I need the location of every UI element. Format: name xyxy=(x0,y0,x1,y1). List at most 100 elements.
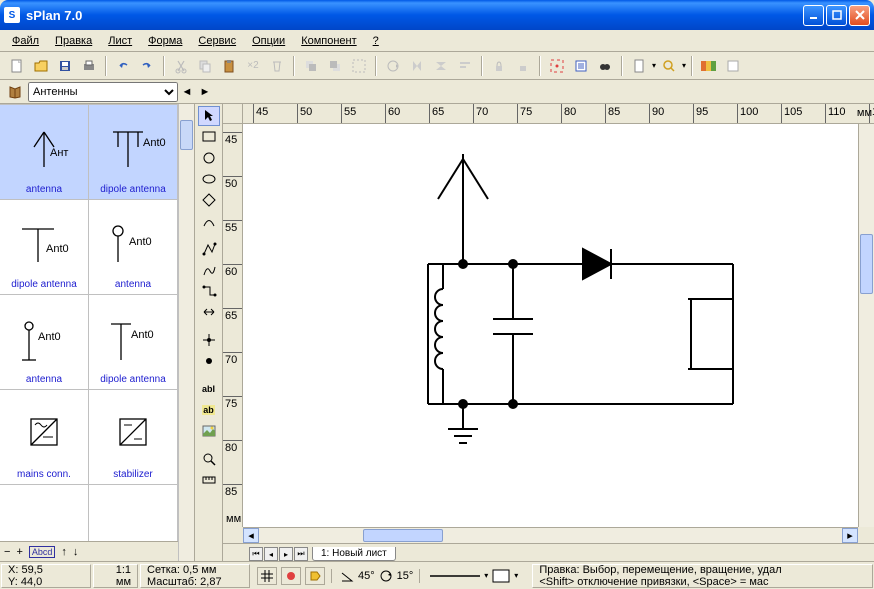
curve-tool-icon[interactable] xyxy=(198,211,220,231)
redo-icon[interactable] xyxy=(136,55,158,77)
zoom-icon[interactable] xyxy=(658,55,680,77)
tab-next-icon[interactable]: ▸ xyxy=(279,547,293,561)
menu-form[interactable]: Форма xyxy=(140,33,190,49)
group-icon[interactable] xyxy=(348,55,370,77)
paste-icon[interactable] xyxy=(218,55,240,77)
zoom-in-icon[interactable]: + xyxy=(16,546,22,558)
menu-edit[interactable]: Правка xyxy=(47,33,100,49)
menu-help[interactable]: ? xyxy=(365,33,387,49)
image-tool-icon[interactable] xyxy=(198,421,220,441)
fill-style-icon[interactable] xyxy=(492,569,510,583)
list-icon[interactable] xyxy=(570,55,592,77)
new-file-icon[interactable] xyxy=(6,55,28,77)
up-arrow-icon[interactable]: ↑ xyxy=(61,546,67,558)
open-file-icon[interactable] xyxy=(30,55,52,77)
library-item[interactable]: Ant0 dipole antenna xyxy=(89,295,178,390)
unlock-icon[interactable] xyxy=(512,55,534,77)
color-swatch-icon[interactable] xyxy=(698,55,720,77)
maximize-button[interactable] xyxy=(826,5,847,26)
status-coord-y: Y: 44,0 xyxy=(8,576,84,588)
window-title: sPlan 7.0 xyxy=(26,8,801,23)
library-item[interactable]: Ant0 antenna xyxy=(89,200,178,295)
library-book-icon[interactable] xyxy=(6,83,24,101)
drawing-canvas[interactable] xyxy=(243,124,858,527)
close-button[interactable] xyxy=(849,5,870,26)
library-item[interactable]: Ant0 dipole antenna xyxy=(0,200,89,295)
library-prev-icon[interactable]: ◄ xyxy=(178,83,196,101)
status-scale: Масштаб: 2,87 xyxy=(147,576,243,588)
library-panel: Ант antenna Ant0 dipole antenna Ant0 dip… xyxy=(0,104,195,561)
vertical-scrollbar[interactable] xyxy=(858,124,874,527)
library-item[interactable]: mains conn. xyxy=(0,390,89,485)
library-scrollbar[interactable] xyxy=(178,104,194,561)
ellipse-tool-icon[interactable] xyxy=(198,169,220,189)
library-item[interactable]: Ант antenna xyxy=(0,105,89,200)
canvas-area: 45 50 55 60 65 70 75 80 85 90 95 100 105… xyxy=(223,104,874,561)
tab-first-icon[interactable]: ⏮ xyxy=(249,547,263,561)
snap-grid-icon[interactable] xyxy=(546,55,568,77)
library-item[interactable]: Ant0 dipole antenna xyxy=(89,105,178,200)
horizontal-scrollbar[interactable]: ◂ ▸ xyxy=(243,527,858,543)
text-label-tool-icon[interactable]: abI xyxy=(198,379,220,399)
menu-sheet[interactable]: Лист xyxy=(100,33,140,49)
polygon-tool-icon[interactable] xyxy=(198,190,220,210)
save-file-icon[interactable] xyxy=(54,55,76,77)
measure-tool-icon[interactable] xyxy=(198,470,220,490)
dimension-tool-icon[interactable] xyxy=(198,302,220,322)
undo-icon[interactable] xyxy=(112,55,134,77)
svg-text:Ant0: Ant0 xyxy=(129,236,152,248)
angle-icon xyxy=(340,569,354,583)
abcd-label-icon[interactable]: Abcd xyxy=(29,546,56,558)
minimize-button[interactable] xyxy=(803,5,824,26)
cut-icon[interactable] xyxy=(170,55,192,77)
svg-text:Ант: Ант xyxy=(50,147,68,159)
align-icon[interactable] xyxy=(454,55,476,77)
zoom-out-icon[interactable]: − xyxy=(4,546,10,558)
library-dropdown[interactable]: Антенны xyxy=(28,82,178,102)
sheet-tab[interactable]: 1: Новый лист xyxy=(312,547,396,561)
lock-icon[interactable] xyxy=(488,55,510,77)
tab-last-icon[interactable]: ⏭ xyxy=(294,547,308,561)
snap-toggle-icon[interactable] xyxy=(281,567,301,585)
tab-prev-icon[interactable]: ◂ xyxy=(264,547,278,561)
page-icon[interactable] xyxy=(628,55,650,77)
delete-icon[interactable] xyxy=(266,55,288,77)
library-item[interactable] xyxy=(0,485,89,541)
line-tool-icon[interactable] xyxy=(198,239,220,259)
circle-tool-icon[interactable] xyxy=(198,148,220,168)
pointer-tool-icon[interactable] xyxy=(198,106,220,126)
print-icon[interactable] xyxy=(78,55,100,77)
library-item[interactable]: stabilizer xyxy=(89,390,178,485)
library-item[interactable]: Ant0 antenna xyxy=(0,295,89,390)
flip-v-icon[interactable] xyxy=(430,55,452,77)
junction-tool-icon[interactable] xyxy=(198,351,220,371)
svg-text:Ant0: Ant0 xyxy=(46,243,69,255)
rotate-icon[interactable] xyxy=(382,55,404,77)
ruler-horizontal: 45 50 55 60 65 70 75 80 85 90 95 100 105… xyxy=(243,104,874,124)
connector-tool-icon[interactable] xyxy=(198,281,220,301)
binoculars-icon[interactable] xyxy=(594,55,616,77)
blank-tool-icon[interactable] xyxy=(722,55,744,77)
library-bottom-bar: − + Abcd ↑ ↓ xyxy=(0,541,194,561)
down-arrow-icon[interactable]: ↓ xyxy=(73,546,79,558)
flip-h-icon[interactable] xyxy=(406,55,428,77)
line-style-icon[interactable] xyxy=(430,572,480,580)
send-back-icon[interactable] xyxy=(324,55,346,77)
library-next-icon[interactable]: ► xyxy=(196,83,214,101)
bezier-tool-icon[interactable] xyxy=(198,260,220,280)
rect-tool-icon[interactable] xyxy=(198,127,220,147)
menu-component[interactable]: Компонент xyxy=(293,33,364,49)
grid-toggle-icon[interactable] xyxy=(257,567,277,585)
tag-toggle-icon[interactable] xyxy=(305,567,325,585)
status-help1: Правка: Выбор, перемещение, вращение, уд… xyxy=(539,564,866,576)
duplicate-icon[interactable]: ×2 xyxy=(242,55,264,77)
bring-front-icon[interactable] xyxy=(300,55,322,77)
menu-file[interactable]: Файл xyxy=(4,33,47,49)
library-item[interactable] xyxy=(89,485,178,541)
menu-service[interactable]: Сервис xyxy=(190,33,244,49)
text-tool-icon[interactable]: ab xyxy=(198,400,220,420)
copy-icon[interactable] xyxy=(194,55,216,77)
node-tool-icon[interactable] xyxy=(198,330,220,350)
menu-options[interactable]: Опции xyxy=(244,33,293,49)
magnifier-tool-icon[interactable] xyxy=(198,449,220,469)
